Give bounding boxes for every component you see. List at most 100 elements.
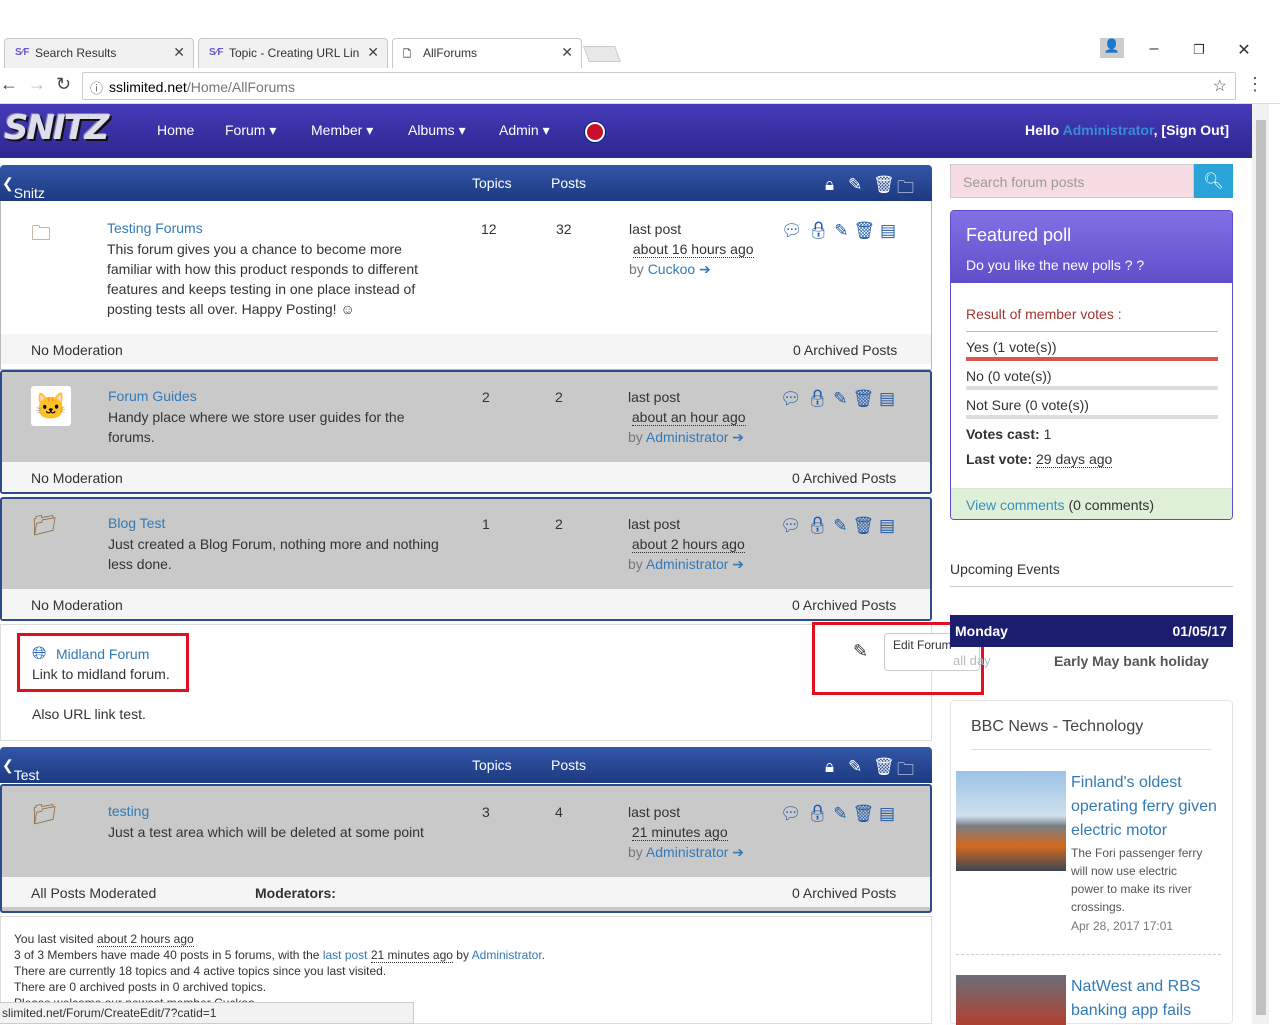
- tab-search-results[interactable]: S∕F Search Results ✕: [4, 38, 194, 68]
- trash-icon[interactable]: 🗑︎: [852, 804, 879, 823]
- caret-down-icon: ▾: [542, 122, 550, 138]
- forum-actions: 💬︎🔒︎✎🗑︎▤: [780, 804, 900, 824]
- nav-label: Albums: [408, 122, 455, 138]
- archived-posts[interactable]: 0 Archived Posts: [792, 470, 896, 486]
- archive-icon[interactable]: ▤: [879, 804, 900, 823]
- post-count: 4: [555, 804, 563, 820]
- archive-icon[interactable]: ▤: [880, 221, 901, 240]
- nav-albums[interactable]: Albums ▾: [408, 122, 466, 139]
- info-icon[interactable]: ⓘ: [90, 78, 103, 97]
- user-link[interactable]: Administrator: [1063, 122, 1154, 138]
- last-post-author[interactable]: Administrator: [646, 556, 728, 572]
- news-thumbnail[interactable]: [956, 975, 1066, 1025]
- star-icon[interactable]: ☆: [1213, 76, 1227, 96]
- search-button[interactable]: 🔍︎: [1194, 164, 1233, 198]
- nav-member[interactable]: Member ▾: [311, 122, 373, 139]
- comment-icon[interactable]: 💬︎: [780, 516, 807, 535]
- arrow-right-icon[interactable]: ➔: [699, 261, 711, 277]
- archive-icon[interactable]: ▤: [879, 389, 900, 408]
- uk-flag-icon[interactable]: [585, 122, 605, 142]
- caret-down-icon: ▾: [458, 122, 466, 138]
- trash-icon[interactable]: 🗑︎: [852, 389, 879, 408]
- arrow-right-icon[interactable]: ➔: [732, 844, 744, 860]
- trash-icon[interactable]: 🗑︎: [873, 757, 895, 777]
- forum-title[interactable]: Testing Forums: [107, 220, 203, 236]
- forum-title[interactable]: Forum Guides: [108, 388, 197, 404]
- last-vote: Last vote: 29 days ago: [966, 451, 1218, 468]
- nav-forum[interactable]: Forum ▾: [225, 122, 276, 139]
- folder-icon[interactable]: 🗀: [897, 757, 914, 786]
- signout-link[interactable]: , [Sign Out]: [1154, 122, 1229, 138]
- category-title[interactable]: ❮ Snitz Forums Mvc: [2, 175, 61, 233]
- view-comments-link[interactable]: View comments: [966, 497, 1065, 513]
- comment-icon[interactable]: 💬︎: [780, 389, 807, 408]
- close-window-icon[interactable]: ✕: [1234, 40, 1254, 60]
- search-input[interactable]: Search forum posts: [950, 164, 1194, 198]
- close-icon[interactable]: ✕: [173, 44, 185, 61]
- user-link[interactable]: Administrator: [472, 948, 542, 962]
- category-header: ❮ Snitz Forums Mvc Topics Posts 🔒︎ ✎ 🗑︎ …: [0, 165, 932, 233]
- highlight-box: [17, 633, 189, 692]
- edit-icon[interactable]: ✎: [848, 757, 862, 777]
- new-tab-button[interactable]: [583, 46, 621, 62]
- topic-count: 12: [481, 221, 497, 237]
- tab-topic[interactable]: S∕F Topic - Creating URL Lin ✕: [198, 38, 388, 68]
- edit-icon[interactable]: ✎: [833, 389, 852, 408]
- archived-posts[interactable]: 0 Archived Posts: [793, 342, 897, 358]
- lock-icon[interactable]: 🔒︎: [807, 389, 834, 408]
- scrollbar-thumb[interactable]: [1256, 120, 1266, 1015]
- lock-icon[interactable]: 🔒︎: [825, 757, 834, 777]
- edit-icon[interactable]: ✎: [833, 516, 852, 535]
- archive-icon[interactable]: ▤: [879, 516, 900, 535]
- edit-icon[interactable]: ✎: [833, 804, 852, 823]
- edit-icon[interactable]: ✎: [848, 175, 862, 195]
- url-field[interactable]: ⓘ sslimited.net/Home/AllForums ☆: [82, 72, 1236, 100]
- close-icon[interactable]: ✕: [367, 44, 379, 61]
- by-label: by: [456, 948, 469, 962]
- close-icon[interactable]: ✕: [561, 44, 573, 61]
- trash-icon[interactable]: 🗑︎: [852, 516, 879, 535]
- last-post-author[interactable]: Cuckoo: [648, 261, 695, 277]
- topic-count: 2: [482, 389, 490, 405]
- last-post-link[interactable]: last post: [323, 948, 368, 962]
- folder-icon[interactable]: 🗀: [897, 175, 914, 204]
- edit-icon[interactable]: ✎: [834, 221, 853, 240]
- trash-icon[interactable]: 🗑︎: [873, 175, 895, 195]
- news-thumbnail[interactable]: [956, 771, 1066, 871]
- forum-description: Handy place where we store user guides f…: [108, 409, 405, 445]
- event-day: Monday: [955, 623, 1008, 639]
- profile-icon[interactable]: 👤: [1100, 38, 1124, 58]
- last-post-author[interactable]: Administrator: [646, 429, 728, 445]
- tab-allforums[interactable]: 🗋 AllForums ✕: [392, 38, 582, 68]
- category-title[interactable]: ❮ Test Only: [2, 757, 43, 799]
- forum-title[interactable]: testing: [108, 803, 149, 819]
- back-icon[interactable]: ←: [0, 74, 18, 95]
- last-post-author[interactable]: Administrator: [646, 844, 728, 860]
- lock-icon[interactable]: 🔒︎: [807, 804, 834, 823]
- reload-icon[interactable]: ↻: [56, 74, 71, 95]
- nav-label: Admin: [499, 122, 539, 138]
- forum-title[interactable]: Blog Test: [108, 515, 165, 531]
- comment-icon[interactable]: 💬︎: [781, 221, 808, 240]
- comment-icon[interactable]: 💬︎: [780, 804, 807, 823]
- forward-icon[interactable]: →: [28, 74, 46, 95]
- lock-icon[interactable]: 🔒︎: [825, 175, 834, 195]
- arrow-right-icon[interactable]: ➔: [732, 556, 744, 572]
- hello-text: Hello: [1025, 122, 1060, 138]
- menu-icon[interactable]: ⋮: [1246, 74, 1264, 95]
- archived-posts[interactable]: 0 Archived Posts: [792, 597, 896, 613]
- nav-home[interactable]: Home: [157, 122, 194, 138]
- news-headline[interactable]: NatWest and RBS banking app fails: [1071, 975, 1221, 1025]
- archived-posts[interactable]: 0 Archived Posts: [792, 885, 896, 901]
- snitz-logo[interactable]: SNITZ: [4, 108, 116, 152]
- lock-icon[interactable]: 🔒︎: [808, 221, 835, 240]
- nav-admin[interactable]: Admin ▾: [499, 122, 550, 139]
- featured-poll: Featured poll Do you like the new polls …: [950, 210, 1233, 520]
- maximize-icon[interactable]: ❐: [1189, 42, 1209, 58]
- arrow-right-icon[interactable]: ➔: [732, 429, 744, 445]
- trash-icon[interactable]: 🗑︎: [853, 221, 880, 240]
- news-headline[interactable]: Finland's oldest operating ferry given e…: [1071, 771, 1221, 843]
- event-name[interactable]: Early May bank holiday: [1054, 653, 1209, 669]
- lock-icon[interactable]: 🔒︎: [807, 516, 834, 535]
- minimize-icon[interactable]: –: [1144, 40, 1164, 58]
